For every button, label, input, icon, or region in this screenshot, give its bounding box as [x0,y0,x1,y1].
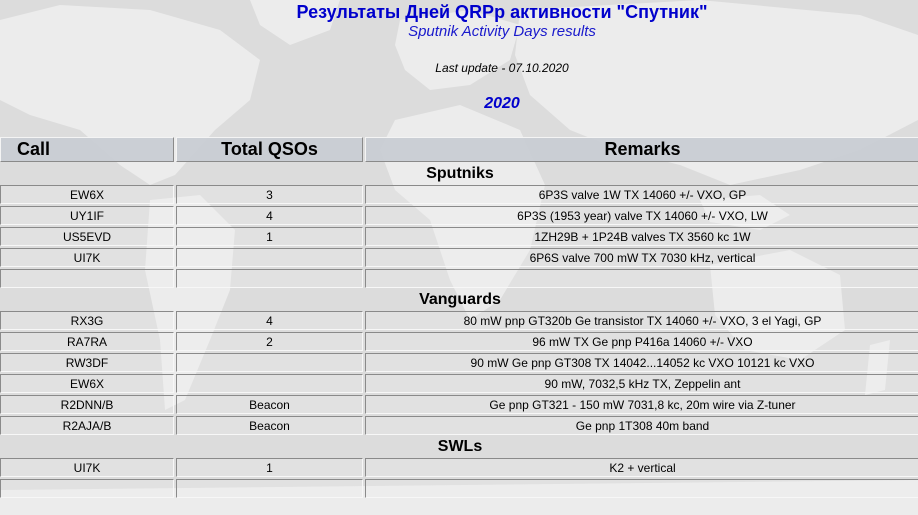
cell-remarks [365,479,918,498]
cell-remarks: 90 mW, 7032,5 kHz TX, Zeppelin ant [365,374,918,393]
cell-call: RA7RA [0,332,174,351]
table-header-row: Call Total QSOs Remarks [0,137,918,162]
cell-qsos [176,374,363,393]
section-row-swls: SWLs [0,437,918,456]
section-title: Vanguards [419,290,501,308]
cell-remarks [365,269,918,288]
section-title: SWLs [437,437,483,455]
cell-qsos: 1 [176,227,363,246]
table-row-empty [0,479,918,498]
cell-remarks: 90 mW Ge pnp GT308 TX 14042...14052 kc V… [365,353,918,372]
column-header-total-qsos: Total QSOs [176,137,363,162]
cell-qsos: 2 [176,332,363,351]
cell-call: US5EVD [0,227,174,246]
table-row: RA7RA 2 96 mW TX Ge pnp P416a 14060 +/- … [0,332,918,351]
cell-qsos: 4 [176,206,363,225]
cell-qsos: Beacon [176,395,363,414]
cell-call: UY1IF [0,206,174,225]
cell-call: R2DNN/B [0,395,174,414]
section-row-sputniks: Sputniks [0,164,918,183]
cell-call: RW3DF [0,353,174,372]
cell-call: R2AJA/B [0,416,174,435]
table-row: EW6X 90 mW, 7032,5 kHz TX, Zeppelin ant [0,374,918,393]
cell-qsos: 3 [176,185,363,204]
column-header-call: Call [0,137,174,162]
cell-qsos: 4 [176,311,363,330]
cell-qsos [176,269,363,288]
cell-remarks: Ge pnp GT321 - 150 mW 7031,8 kc, 20m wir… [365,395,918,414]
results-table: Call Total QSOs Remarks Sputniks EW6X 3 … [0,135,918,500]
results-year: 2020 [484,95,520,112]
cell-remarks: 6P3S valve 1W TX 14060 +/- VXO, GP [365,185,918,204]
table-row: RW3DF 90 mW Ge pnp GT308 TX 14042...1405… [0,353,918,372]
table-row: RX3G 4 80 mW pnp GT320b Ge transistor TX… [0,311,918,330]
table-row: R2AJA/B Beacon Ge pnp 1T308 40m band [0,416,918,435]
cell-remarks: Ge pnp 1T308 40m band [365,416,918,435]
column-header-remarks: Remarks [365,137,918,162]
cell-remarks: 80 mW pnp GT320b Ge transistor TX 14060 … [365,311,918,330]
cell-remarks: 96 mW TX Ge pnp P416a 14060 +/- VXO [365,332,918,351]
table-row-empty [0,269,918,288]
cell-call: UI7K [0,248,174,267]
cell-remarks: 6P6S valve 700 mW TX 7030 kHz, vertical [365,248,918,267]
page-title: Результаты Дней QRPp активности "Спутник… [296,2,708,22]
cell-qsos: Beacon [176,416,363,435]
cell-remarks: 1ZH29B + 1P24B valves TX 3560 kc 1W [365,227,918,246]
section-row-vanguards: Vanguards [0,290,918,309]
table-row: UI7K 6P6S valve 700 mW TX 7030 kHz, vert… [0,248,918,267]
cell-qsos [176,353,363,372]
table-row: US5EVD 1 1ZH29B + 1P24B valves TX 3560 k… [0,227,918,246]
table-row: EW6X 3 6P3S valve 1W TX 14060 +/- VXO, G… [0,185,918,204]
cell-call: UI7K [0,458,174,477]
section-title: Sputniks [426,164,494,182]
cell-remarks: K2 + vertical [365,458,918,477]
table-row: R2DNN/B Beacon Ge pnp GT321 - 150 mW 703… [0,395,918,414]
table-row: UI7K 1 K2 + vertical [0,458,918,477]
cell-qsos: 1 [176,458,363,477]
last-update-text: Last update - 07.10.2020 [435,61,569,75]
table-row: UY1IF 4 6P3S (1953 year) valve TX 14060 … [0,206,918,225]
cell-call [0,269,174,288]
page-subtitle: Sputnik Activity Days results [408,23,596,40]
cell-qsos [176,479,363,498]
cell-call: EW6X [0,185,174,204]
cell-call: EW6X [0,374,174,393]
cell-call [0,479,174,498]
cell-remarks: 6P3S (1953 year) valve TX 14060 +/- VXO,… [365,206,918,225]
cell-call: RX3G [0,311,174,330]
cell-qsos [176,248,363,267]
